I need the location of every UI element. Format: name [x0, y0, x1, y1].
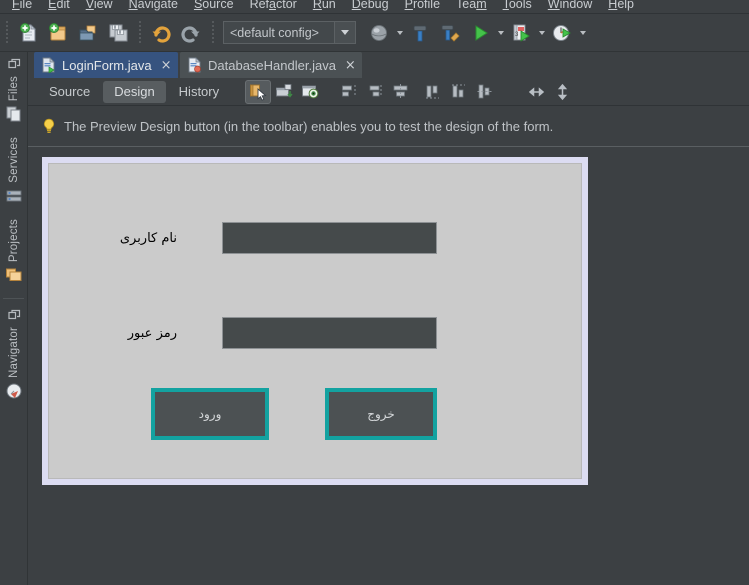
java-form-file-icon	[41, 57, 56, 74]
exit-button[interactable]: خروج	[325, 388, 437, 440]
login-button[interactable]: ورود	[151, 388, 269, 440]
undo-icon[interactable]	[146, 18, 176, 48]
password-label: رمز عبور	[127, 326, 177, 341]
toolbar-grip-2[interactable]	[136, 19, 143, 46]
resize-horizontal-icon[interactable]	[524, 80, 550, 104]
projects-icon	[5, 266, 23, 284]
platform-dropdown-arrow[interactable]	[394, 19, 405, 47]
close-icon[interactable]: ×	[161, 59, 172, 72]
sidebar-item-services[interactable]: Services	[0, 133, 28, 215]
menu-profile[interactable]: Profile	[397, 0, 448, 13]
design-toolbar: Source Design History	[28, 78, 749, 106]
services-icon	[5, 187, 23, 205]
clean-and-build-icon[interactable]	[435, 18, 465, 48]
preview-design-icon[interactable]	[297, 80, 323, 104]
editor-tab-databasehandler[interactable]: DatabaseHandler.java ×	[180, 52, 362, 78]
navigator-icon	[5, 382, 23, 400]
align-left-icon[interactable]	[336, 80, 362, 104]
sidebar-item-navigator[interactable]: Navigator	[0, 323, 28, 410]
tab-history[interactable]: History	[168, 81, 230, 103]
hint-text: The Preview Design button (in the toolba…	[64, 118, 554, 134]
dock-group-2: Navigator	[0, 303, 27, 410]
redo-icon[interactable]	[176, 18, 206, 48]
java-file-icon	[187, 57, 202, 73]
menu-run[interactable]: Run	[305, 0, 344, 13]
editor-tab-loginform[interactable]: LoginForm.java ×	[34, 52, 178, 78]
close-icon[interactable]: ×	[345, 59, 356, 72]
menu-team[interactable]: Team	[448, 0, 495, 13]
debug-dropdown-arrow[interactable]	[536, 19, 547, 47]
menu-refactor[interactable]: Refactor	[242, 0, 305, 13]
build-project-icon[interactable]	[405, 18, 435, 48]
project-configuration-combo[interactable]: <default config>	[223, 21, 356, 44]
files-icon	[5, 105, 23, 123]
open-project-icon[interactable]	[73, 18, 103, 48]
menu-source[interactable]: Source	[186, 0, 242, 13]
sidebar-item-files[interactable]: Files	[0, 72, 28, 133]
align-bottom-icon[interactable]	[446, 80, 472, 104]
form-surface[interactable]: نام کاربری رمز عبور ورود خروج	[48, 163, 582, 479]
dock-label-files: Files	[8, 76, 20, 102]
resize-vertical-icon[interactable]	[550, 80, 576, 104]
password-field[interactable]	[222, 317, 437, 349]
align-center-horizontal-icon[interactable]	[388, 80, 414, 104]
dock-label-projects: Projects	[8, 218, 20, 263]
username-field[interactable]	[222, 222, 437, 254]
selection-mode-icon[interactable]	[245, 79, 272, 104]
design-canvas[interactable]: نام کاربری رمز عبور ورود خروج	[28, 147, 749, 585]
minimize-window-group-icon[interactable]	[0, 56, 28, 72]
chevron-down-icon[interactable]	[334, 22, 355, 43]
lightbulb-icon	[42, 118, 56, 135]
config-value: <default config>	[230, 25, 319, 40]
profile-dropdown-arrow[interactable]	[577, 19, 588, 47]
minimize-navigator-icon[interactable]	[0, 307, 28, 323]
platform-icon[interactable]	[364, 18, 394, 48]
run-project-icon[interactable]	[465, 18, 495, 48]
toolbar-grip[interactable]	[3, 19, 10, 46]
editor-tab-strip: LoginForm.java × DatabaseHandler.java ×	[28, 52, 749, 78]
tab-design[interactable]: Design	[103, 80, 166, 103]
sidebar-item-projects[interactable]: Projects	[0, 215, 28, 294]
menu-navigate[interactable]: Navigate	[121, 0, 186, 13]
align-right-icon[interactable]	[362, 80, 388, 104]
new-project-icon[interactable]	[43, 18, 73, 48]
left-dock: Files Services Projects Navigator	[0, 52, 28, 585]
dock-group-1: Files Services Projects	[0, 52, 27, 294]
dock-label-navigator: Navigator	[8, 327, 20, 379]
dock-divider	[3, 298, 24, 300]
align-top-icon[interactable]	[420, 80, 446, 104]
tab-source[interactable]: Source	[38, 81, 101, 103]
align-center-vertical-icon[interactable]	[472, 80, 498, 104]
username-label: نام کاربری	[119, 231, 177, 246]
main-toolbar: <default config> 3	[0, 14, 749, 52]
menu-view[interactable]: View	[78, 0, 121, 13]
menu-debug[interactable]: Debug	[344, 0, 397, 13]
menu-help[interactable]: Help	[600, 0, 642, 13]
menu-window[interactable]: Window	[540, 0, 600, 13]
menu-file[interactable]: File	[4, 0, 40, 13]
menu-bar: File Edit View Navigate Source Refactor …	[0, 0, 749, 13]
menu-edit[interactable]: Edit	[40, 0, 78, 13]
form-frame[interactable]: نام کاربری رمز عبور ورود خروج	[42, 157, 588, 485]
menu-tools[interactable]: Tools	[495, 0, 540, 13]
run-dropdown-arrow[interactable]	[495, 19, 506, 47]
debug-project-icon[interactable]: 3	[506, 18, 536, 48]
hint-bar: The Preview Design button (in the toolba…	[28, 106, 749, 147]
dock-label-services: Services	[8, 137, 20, 183]
ide-window: File Edit View Navigate Source Refactor …	[0, 0, 749, 585]
connection-mode-icon[interactable]	[271, 80, 297, 104]
new-file-icon[interactable]	[13, 18, 43, 48]
editor-tab-label: LoginForm.java	[62, 57, 152, 73]
profile-project-icon[interactable]	[547, 18, 577, 48]
save-all-icon[interactable]	[103, 18, 133, 48]
toolbar-grip-3[interactable]	[209, 19, 216, 46]
editor-tab-label: DatabaseHandler.java	[208, 57, 336, 73]
